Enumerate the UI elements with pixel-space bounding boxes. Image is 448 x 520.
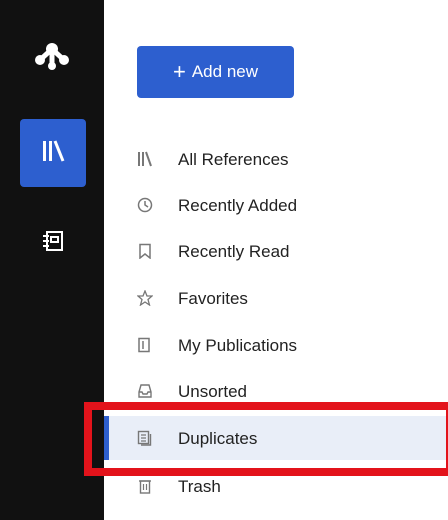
sidebar-item-unsorted[interactable]: Unsorted bbox=[104, 369, 448, 413]
sidebar-item-label: Recently Added bbox=[178, 196, 298, 215]
sidebar-item-all-references[interactable]: All References bbox=[104, 137, 448, 181]
library-icon bbox=[40, 138, 66, 169]
publication-icon bbox=[136, 336, 154, 354]
add-new-label: Add new bbox=[191, 62, 259, 81]
sidebar-item-duplicates[interactable]: Duplicates bbox=[104, 416, 448, 460]
sidebar-item-recently-added[interactable]: Recently Added bbox=[104, 183, 448, 227]
inbox-icon bbox=[136, 382, 154, 400]
sidebar-item-label: My Publications bbox=[178, 336, 298, 355]
plus-icon: + bbox=[172, 59, 186, 84]
sidebar-item-favorites[interactable]: Favorites bbox=[104, 276, 448, 320]
sidebar-item-label: Trash bbox=[178, 477, 221, 496]
library-nav-button[interactable] bbox=[20, 119, 86, 187]
sidebar-item-label: Recently Read bbox=[178, 242, 290, 261]
add-new-button[interactable]: + Add new bbox=[137, 46, 294, 98]
sidebar-item-label: Unsorted bbox=[178, 382, 247, 401]
sidebar-item-recently-read[interactable]: Recently Read bbox=[104, 229, 448, 273]
app-rail bbox=[0, 0, 104, 520]
notebook-nav-button[interactable] bbox=[20, 210, 86, 276]
clock-icon bbox=[136, 196, 154, 214]
sidebar-item-label: All References bbox=[178, 150, 289, 169]
mendeley-logo-icon[interactable] bbox=[32, 38, 72, 78]
duplicate-icon bbox=[136, 429, 154, 447]
sidebar-item-trash[interactable]: Trash bbox=[104, 464, 448, 508]
sidebar-item-label: Favorites bbox=[178, 289, 248, 308]
star-icon bbox=[136, 289, 154, 307]
sidebar-item-label: Duplicates bbox=[178, 429, 258, 448]
bookmark-icon bbox=[136, 242, 154, 260]
library-icon bbox=[136, 150, 154, 168]
notebook-icon bbox=[40, 228, 66, 259]
trash-icon bbox=[136, 477, 154, 495]
sidebar-item-my-publications[interactable]: My Publications bbox=[104, 323, 448, 367]
